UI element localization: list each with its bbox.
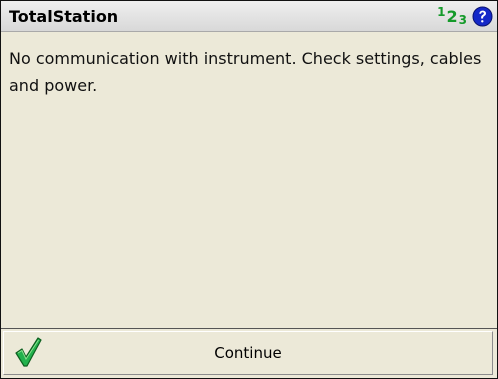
dialog-window: TotalStation 1 2 3 No communication with… [0,0,498,379]
continue-label: Continue [214,344,282,362]
input-mode-digit-2: 2 [446,7,458,26]
title-bar: TotalStation 1 2 3 [1,1,497,32]
input-mode-digit-3: 3 [458,13,467,27]
input-mode-digit-1: 1 [437,5,446,19]
app-title: TotalStation [9,7,119,26]
help-icon[interactable] [472,6,493,27]
input-mode-indicator[interactable]: 1 2 3 [437,6,467,26]
button-bar: Continue [1,328,497,378]
continue-button[interactable]: Continue [3,331,493,375]
error-message: No communication with instrument. Check … [9,49,482,95]
